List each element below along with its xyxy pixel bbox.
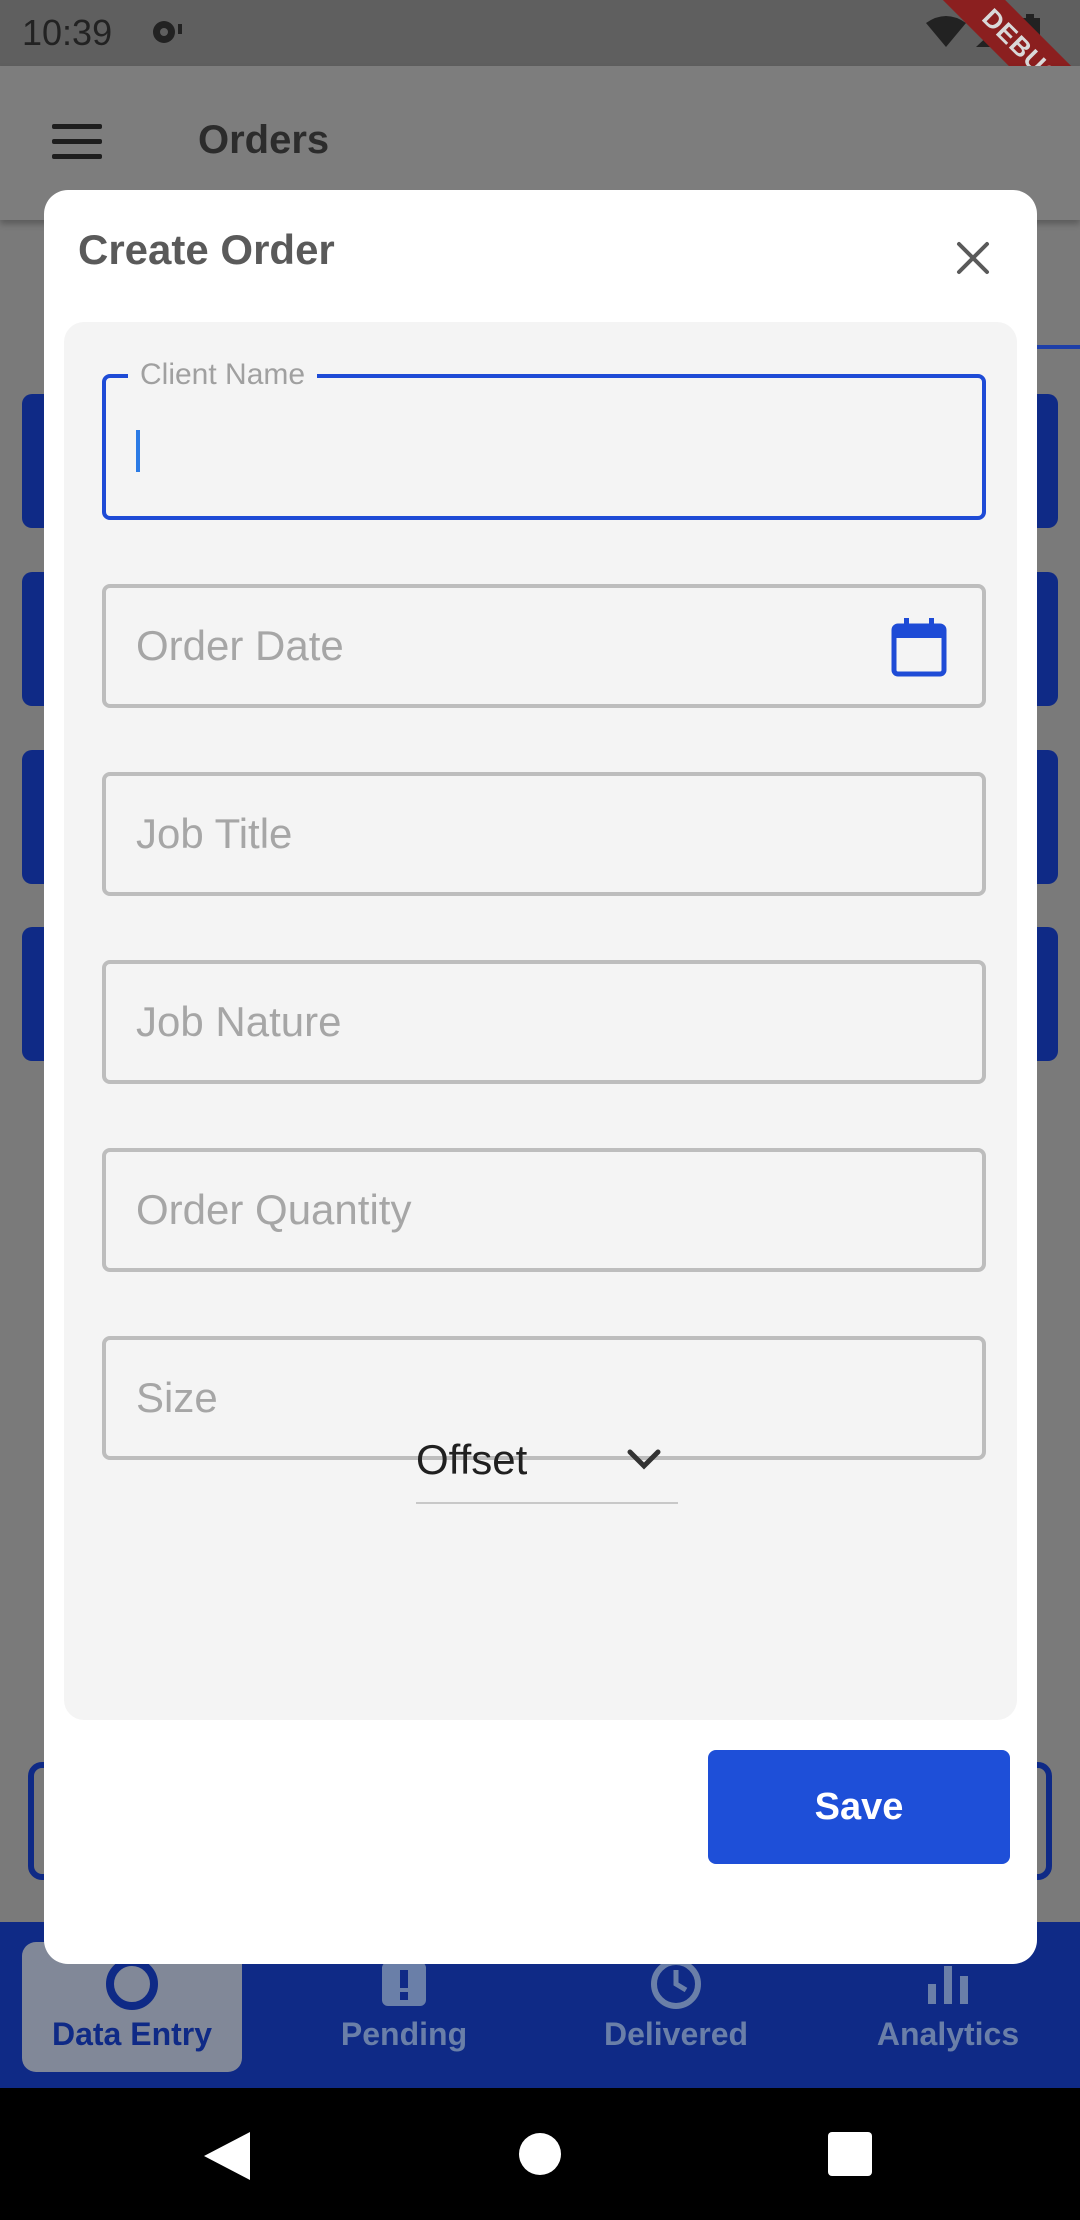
data-entry-icon xyxy=(106,1958,158,2010)
recents-icon[interactable] xyxy=(828,2132,872,2176)
notification-icon xyxy=(153,21,182,43)
create-order-dialog: Create Order Client Name Order Date Job … xyxy=(44,190,1037,1964)
job-nature-placeholder: Job Nature xyxy=(136,998,342,1045)
dialog-title: Create Order xyxy=(78,226,335,273)
status-bar: 10:39 DEBUG xyxy=(0,0,1080,156)
job-nature-field[interactable]: Job Nature xyxy=(102,960,986,1084)
delivered-icon xyxy=(651,1959,701,2009)
print-type-dropdown[interactable]: Offset xyxy=(416,1420,678,1504)
size-placeholder: Size xyxy=(136,1374,218,1421)
save-button[interactable]: Save xyxy=(708,1750,1010,1864)
client-name-field[interactable]: Client Name xyxy=(102,358,986,520)
status-time: 10:39 xyxy=(22,12,113,53)
analytics-icon xyxy=(928,1966,968,2004)
order-form: Client Name Order Date Job Title Job Nat… xyxy=(64,322,1017,1720)
order-date-field[interactable]: Order Date xyxy=(102,584,986,708)
page-title: Orders xyxy=(198,118,330,162)
nav-label: Data Entry xyxy=(51,2016,213,2052)
order-quantity-field[interactable]: Order Quantity xyxy=(102,1148,986,1272)
close-icon[interactable] xyxy=(949,234,997,282)
order-date-placeholder: Order Date xyxy=(136,622,344,669)
job-title-field[interactable]: Job Title xyxy=(102,772,986,896)
calendar-icon[interactable] xyxy=(890,616,948,678)
dropdown-value: Offset xyxy=(416,1436,528,1483)
pending-icon xyxy=(382,1962,426,2006)
order-quantity-placeholder: Order Quantity xyxy=(136,1186,412,1233)
menu-icon[interactable] xyxy=(52,124,102,160)
client-name-label: Client Name xyxy=(128,358,318,392)
nav-label: Delivered xyxy=(603,2016,749,2052)
job-title-placeholder: Job Title xyxy=(136,810,293,857)
text-cursor xyxy=(136,430,140,472)
back-icon[interactable] xyxy=(204,2132,250,2180)
nav-label: Pending xyxy=(340,2016,468,2052)
home-icon[interactable] xyxy=(518,2132,562,2176)
chevron-down-icon xyxy=(627,1449,661,1470)
nav-label: Analytics xyxy=(876,2016,1020,2052)
system-nav-bar xyxy=(0,2088,1080,2220)
wifi-icon xyxy=(926,16,966,47)
